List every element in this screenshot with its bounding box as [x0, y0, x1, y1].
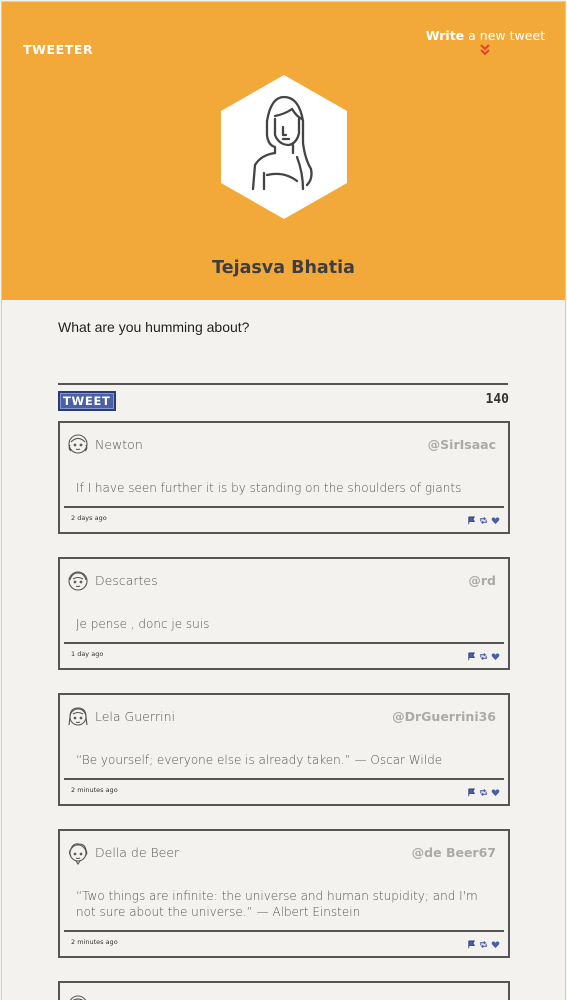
flag-icon[interactable] [467, 936, 476, 949]
tweet-card: Della de Beer @de Beer67 “Two things are… [58, 829, 510, 958]
char-counter: 140 [485, 391, 509, 407]
tweet-author: Newton [95, 437, 143, 452]
compose-link-strong: Write [425, 28, 465, 43]
tweet-handle[interactable]: @DrGuerrini36 [392, 709, 496, 724]
avatar-icon [68, 434, 88, 454]
tweet-author: Descartes [95, 573, 158, 588]
tweet-card: Newton @SirIsaac If I have seen further … [58, 421, 510, 534]
app-logo[interactable]: TWEETER [23, 42, 93, 57]
tweet-handle[interactable]: @rd [468, 573, 496, 588]
flag-icon[interactable] [467, 512, 476, 525]
retweet-icon[interactable] [479, 784, 488, 797]
tweet-text: If I have seen further it is by standing… [76, 481, 462, 495]
profile-avatar [221, 75, 347, 219]
avatar-icon [69, 995, 87, 1000]
double-chevron-down-icon[interactable] [479, 44, 491, 56]
avatar-icon [68, 843, 88, 865]
tweet-timestamp: 2 minutes ago [71, 786, 118, 794]
write-new-tweet-link[interactable]: Write a new tweet [426, 28, 545, 56]
profile-name: Tejasva Bhatia [212, 258, 355, 278]
retweet-icon[interactable] [479, 936, 488, 949]
tweet-card: Descartes @rd Je pense , donc je suis 1 … [58, 557, 510, 670]
compose-link-text: a new tweet [464, 28, 545, 43]
tweet-input[interactable] [58, 349, 508, 385]
tweet-handle[interactable]: @SirIsaac [428, 437, 496, 452]
heart-icon[interactable] [491, 784, 500, 797]
heart-icon[interactable] [491, 936, 500, 949]
tweet-handle[interactable]: @de Beer67 [412, 845, 496, 860]
compose-form: What are you humming about? TWEET 140 [58, 300, 510, 411]
tweet-timestamp: 2 minutes ago [71, 938, 118, 946]
avatar-icon [68, 707, 88, 726]
tweet-timestamp: 1 day ago [71, 650, 104, 658]
retweet-icon[interactable] [479, 512, 488, 525]
compose-prompt: What are you humming about? [58, 319, 250, 335]
retweet-icon[interactable] [479, 648, 488, 661]
tweet-author: Della de Beer [95, 845, 180, 860]
tweet-card [58, 981, 510, 1000]
tweet-author: Lela Guerrini [95, 709, 175, 724]
heart-icon[interactable] [491, 648, 500, 661]
tweet-submit-button[interactable]: TWEET [58, 391, 116, 411]
avatar-icon [68, 571, 88, 591]
tweet-text: “Be yourself; everyone else is already t… [76, 753, 443, 767]
profile-header: TWEETER Write a new tweet Tejasva Bhatia [2, 2, 565, 300]
tweet-timestamp: 2 days ago [71, 514, 107, 522]
tweet-text: Je pense , donc je suis [76, 617, 210, 631]
flag-icon[interactable] [467, 648, 476, 661]
flag-icon[interactable] [467, 784, 476, 797]
tweet-text: “Two things are infinite: the universe a… [76, 889, 478, 919]
heart-icon[interactable] [491, 512, 500, 525]
tweet-card: Lela Guerrini @DrGuerrini36 “Be yourself… [58, 693, 510, 806]
